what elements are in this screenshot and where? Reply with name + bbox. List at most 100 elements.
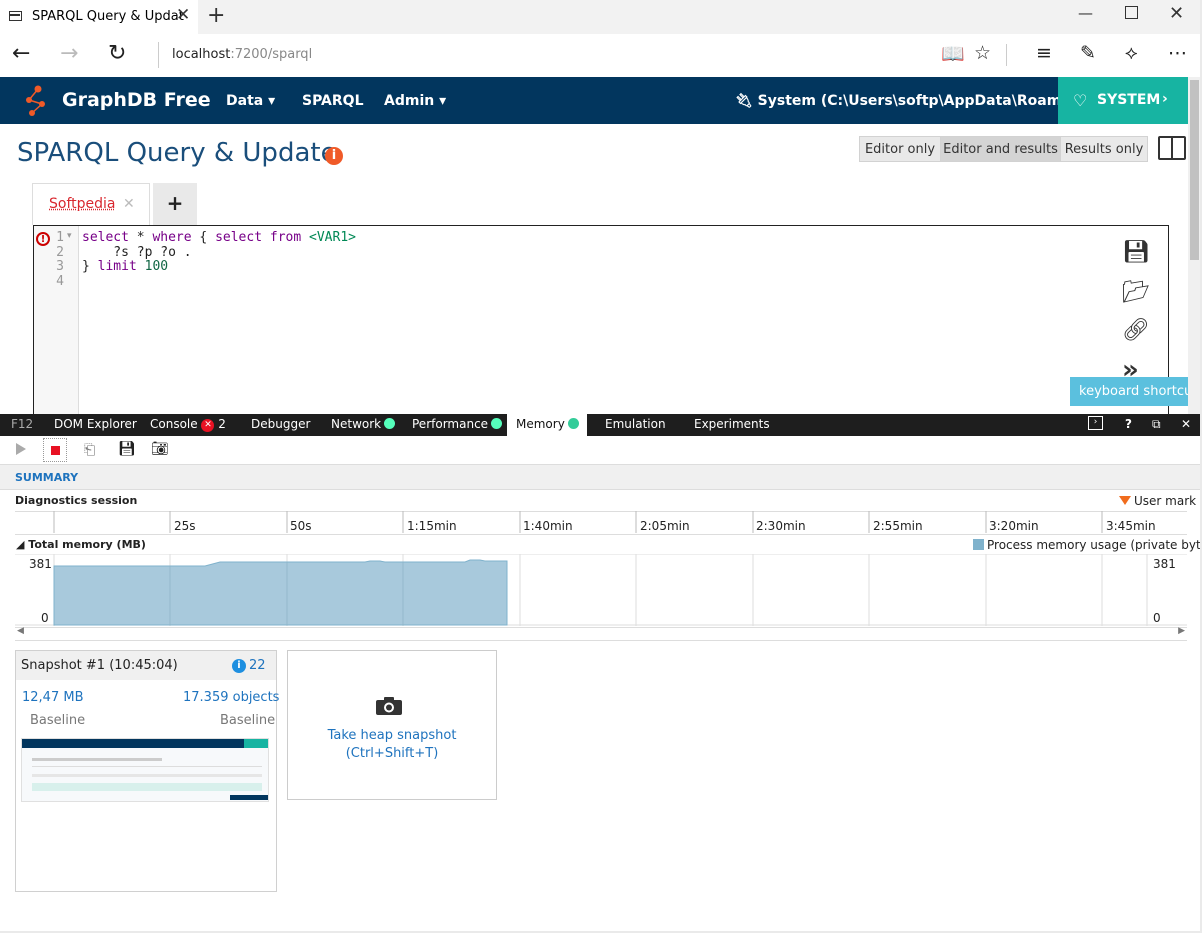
tick-label: 2:05min [640,519,690,533]
brand-name[interactable]: GraphDB Free [62,89,211,111]
snapshot-objects-link[interactable]: 17.359 objects [183,690,279,705]
page-scrollbar-thumb[interactable] [1190,80,1199,260]
keyboard-shortcuts-button[interactable]: keyboard shortcuts [1070,377,1188,406]
console-label: Console [150,417,198,431]
add-query-tab-button[interactable]: + [153,183,197,225]
share-link-icon[interactable]: 🔗︎ [1122,318,1150,343]
system-button-label: SYSTEM [1097,92,1160,108]
url-field[interactable]: localhost:7200/sparql [158,42,918,68]
nav-sparql[interactable]: SPARQL [302,93,364,109]
legend-label: Process memory usage (private bytes) [987,538,1202,552]
start-profiling-icon[interactable] [16,443,26,455]
browser-tab[interactable]: SPARQL Query & Updat ✕ [0,0,198,34]
more-icon[interactable]: ⋯ [1168,42,1187,64]
page-icon [9,11,22,21]
window-close-icon[interactable]: ✕ [1169,3,1184,24]
snapshot-count-value: 22 [249,658,266,673]
query-tab-name[interactable]: Softpedia [49,196,115,212]
maximize-icon[interactable] [1125,6,1138,19]
close-devtools-icon[interactable]: ✕ [1181,417,1191,431]
timeline-scrollbar[interactable]: ◀ ▶ [15,627,1187,641]
user-mark-legend: User mark [1119,494,1196,508]
take-snapshot-icon[interactable]: 📷︎ [151,441,169,457]
reading-view-icon[interactable]: 📖 [941,42,965,65]
repository-selector[interactable]: 🔌︎ System (C:\Users\softp\AppData\Roamin… [735,93,1102,109]
line-number: 3 [50,259,64,274]
memory-chart[interactable] [15,554,1187,626]
fold-arrow-icon[interactable]: ▾ [67,231,72,241]
devtools-tab-emulation[interactable]: Emulation [605,417,666,431]
memory-legend: Process memory usage (private bytes) [973,538,1202,552]
tick-label: 1:15min [407,519,457,533]
query-editor[interactable] [33,225,1169,415]
code-line-3[interactable]: } limit 100 [82,259,168,274]
orientation-toggle-icon[interactable] [1158,136,1186,160]
total-memory-label[interactable]: ◢ Total memory (MB) [16,538,146,551]
take-snapshot-line1: Take heap snapshot [288,727,496,745]
devtools-tab-performance[interactable]: Performance [412,417,502,431]
memory-area-series [54,560,507,625]
favorite-star-icon[interactable]: ☆ [974,42,991,64]
url-host: localhost [172,47,230,62]
minimize-icon[interactable]: — [1078,4,1093,22]
y-axis-max-right: 381 [1153,557,1176,571]
devtools-tab-console[interactable]: Console ✕ 2 [150,417,226,432]
summary-bar [0,465,1202,490]
nav-data[interactable]: Data ▾ [226,93,275,109]
back-icon[interactable]: ← [12,41,30,66]
save-session-icon[interactable]: 💾︎ [118,441,136,457]
devtools-tab-experiments[interactable]: Experiments [694,417,770,431]
import-icon[interactable]: ⎗ [84,442,95,458]
summary-label[interactable]: SUMMARY [15,471,78,484]
devtools-tab-memory[interactable]: Memory [516,417,579,431]
line-number: 2 [50,245,64,260]
tick-label: 1:40min [523,519,573,533]
snapshot-issue-count[interactable]: i 22 [232,658,266,673]
info-icon[interactable]: i [325,147,343,165]
camera-icon[interactable] [375,696,403,716]
scroll-left-icon[interactable]: ◀ [17,626,24,636]
help-icon[interactable]: ? [1125,417,1132,431]
snapshot-title: Snapshot #1 (10:45:04) [21,658,178,673]
save-query-icon[interactable]: 💾︎ [1122,240,1150,265]
network-label: Network [331,417,381,431]
scroll-right-icon[interactable]: ▶ [1178,626,1185,636]
devtools-tab-debugger[interactable]: Debugger [251,417,310,431]
take-heap-snapshot-link[interactable]: Take heap snapshot (Ctrl+Shift+T) [288,727,496,763]
y-axis-min-left: 0 [41,611,49,625]
memory-toolbar [0,436,1202,465]
query-tab[interactable]: Softpedia ✕ [32,183,150,225]
new-tab-button[interactable]: + [207,3,225,28]
error-count-icon: ✕ [201,419,214,432]
total-memory-text: Total memory (MB) [28,538,146,551]
devtools-tab-dom-explorer[interactable]: DOM Explorer [54,417,137,431]
system-button[interactable]: ♡ SYSTEM › [1058,77,1188,124]
baseline-right: Baseline [220,713,275,728]
share-icon[interactable]: ⟡ [1125,42,1138,64]
mode-editor-only[interactable]: Editor only [859,136,941,162]
hub-icon[interactable]: ≡ [1036,42,1052,64]
refresh-icon[interactable]: ↻ [108,41,126,66]
collapse-icon: ◢ [16,538,28,551]
graphdb-logo-icon [23,80,53,120]
snapshot-size-link[interactable]: 12,47 MB [22,690,83,705]
forward-icon[interactable]: → [60,41,78,66]
baseline-left: Baseline [30,713,85,728]
tick-label: 2:55min [873,519,923,533]
recording-icon [384,418,395,429]
nav-admin[interactable]: Admin ▾ [384,93,446,109]
code-line-2[interactable]: ?s ?p ?o . [82,245,192,260]
stop-profiling-button[interactable] [43,438,67,462]
close-tab-icon[interactable]: ✕ [176,5,190,25]
undock-icon[interactable]: ⧉ [1152,417,1161,432]
mode-results-only[interactable]: Results only [1060,136,1148,162]
close-query-tab-icon[interactable]: ✕ [123,196,135,212]
open-saved-queries-icon[interactable]: 📂︎ [1122,280,1150,305]
performance-label: Performance [412,417,488,431]
take-heap-snapshot-panel[interactable] [287,650,497,800]
console-toggle-icon[interactable]: › [1088,416,1103,430]
web-note-icon[interactable]: ✎ [1080,42,1096,64]
code-line-1[interactable]: select * where { select from <VAR1> [82,230,356,245]
mode-editor-and-results[interactable]: Editor and results [940,136,1061,162]
devtools-tab-network[interactable]: Network [331,417,395,431]
